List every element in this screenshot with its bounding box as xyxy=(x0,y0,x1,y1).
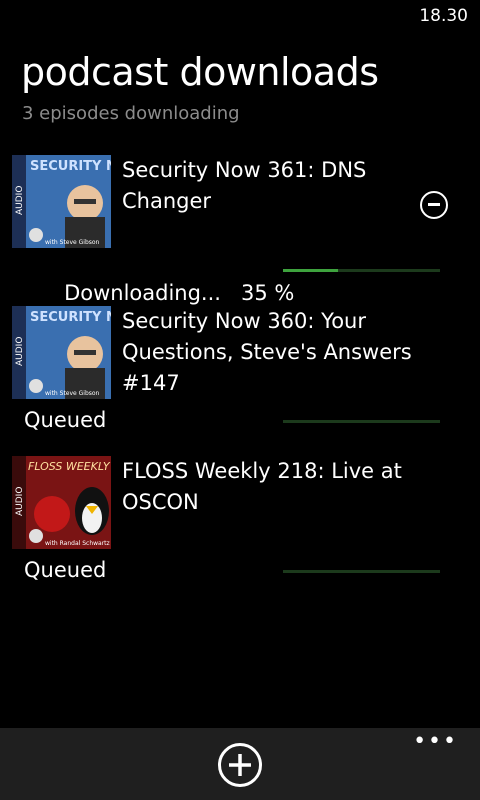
progress-bar-fill xyxy=(283,269,338,272)
artwork-badge-text: AUDIO xyxy=(15,337,25,366)
ellipsis-icon[interactable]: ••• xyxy=(413,731,458,753)
app-bar: ••• xyxy=(0,728,480,800)
artwork-show-text: SECURITY NOW xyxy=(30,159,111,174)
episode-status: Queued xyxy=(24,408,107,432)
artwork-host-text: with Randal Schwartz xyxy=(45,540,110,547)
progress-bar xyxy=(283,570,440,573)
episode-artwork: AUDIO FLOSS WEEKLY with Randal Schwartz xyxy=(12,456,111,549)
plus-circle-icon xyxy=(218,743,262,787)
page-title: podcast downloads xyxy=(21,50,379,94)
episode-status: Queued xyxy=(24,558,107,582)
episode-item[interactable]: AUDIO SECURITY NOW with Steve Gibson Sec… xyxy=(12,155,472,305)
artwork-badge-text: AUDIO xyxy=(15,487,25,516)
episode-artwork: AUDIO SECURITY NOW with Steve Gibson xyxy=(12,306,111,399)
progress-percent: 35 % xyxy=(240,281,295,305)
artwork-show-text: FLOSS WEEKLY xyxy=(28,460,111,473)
episode-item[interactable]: AUDIO FLOSS WEEKLY with Randal Schwartz … xyxy=(12,456,472,591)
podcast-downloads-screen: 18.30 podcast downloads 3 episodes downl… xyxy=(0,0,480,800)
episode-title: Security Now 360: Your Questions, Steve'… xyxy=(122,309,412,395)
artwork-host-text: with Steve Gibson xyxy=(45,390,100,397)
episode-artwork: AUDIO SECURITY NOW with Steve Gibson xyxy=(12,155,111,248)
add-podcast-button[interactable] xyxy=(217,742,263,788)
progress-bar xyxy=(283,420,440,423)
cancel-download-icon[interactable] xyxy=(420,191,448,219)
artwork-host-text: with Steve Gibson xyxy=(45,239,100,246)
page-subtitle: 3 episodes downloading xyxy=(22,103,240,124)
episode-item[interactable]: AUDIO SECURITY NOW with Steve Gibson Sec… xyxy=(12,306,472,441)
artwork-badge-text: AUDIO xyxy=(15,186,25,215)
progress-bar xyxy=(283,269,440,272)
artwork-show-text: SECURITY NOW xyxy=(30,310,111,325)
episode-status: Downloading... xyxy=(64,281,221,305)
status-bar-time: 18.30 xyxy=(419,6,468,26)
episode-title: Security Now 361: DNS Changer xyxy=(122,158,367,213)
episode-title: FLOSS Weekly 218: Live at OSCON xyxy=(122,459,402,514)
